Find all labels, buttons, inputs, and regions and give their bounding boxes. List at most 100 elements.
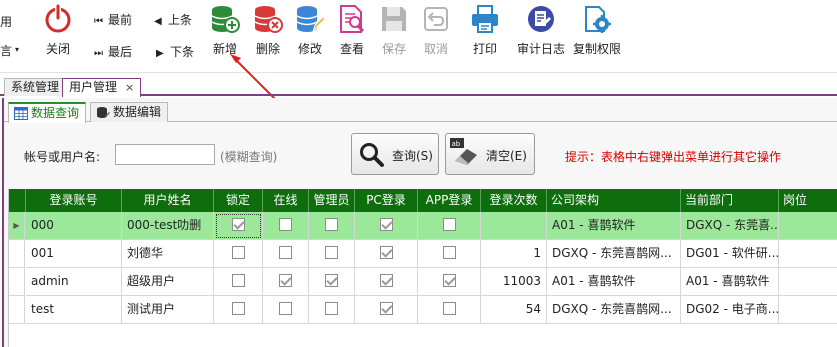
cell-count[interactable] [481, 212, 547, 240]
first-button[interactable]: ⏮ 最前 [94, 11, 132, 28]
cell-company[interactable]: DGXQ - 东莞喜鹊网... [547, 296, 681, 324]
checkbox-locked[interactable] [231, 246, 245, 259]
cell-pc[interactable] [355, 268, 418, 296]
table-row[interactable]: test 测试用户 54 DGXQ - 东莞喜鹊网... DG02 - 电子商... [9, 296, 837, 324]
cell-account[interactable]: admin [26, 268, 122, 296]
dropdown-arrow-icon[interactable]: ▾ [15, 45, 19, 54]
checkbox-locked[interactable] [231, 274, 245, 287]
cell-app[interactable] [418, 296, 481, 324]
col-header-post[interactable]: 岗位 [779, 189, 837, 212]
cell-admin[interactable] [309, 268, 355, 296]
cell-name[interactable]: 刘德华 [122, 240, 214, 268]
cell-online[interactable] [263, 268, 309, 296]
query-button[interactable]: 查询(S) [351, 133, 439, 175]
cell-online[interactable] [263, 296, 309, 324]
checkbox-locked[interactable] [231, 302, 245, 315]
cell-online[interactable] [263, 212, 309, 240]
table-row[interactable]: ▶ 000 000-test叻删 A01 - 喜鹊软件 DGXQ - 东莞喜... [9, 212, 837, 240]
checkbox-online[interactable] [279, 302, 292, 315]
add-button[interactable]: 新增 [207, 0, 243, 70]
tab-user-management[interactable]: 用户管理 × [62, 78, 142, 97]
close-tab-icon[interactable]: × [125, 81, 134, 94]
col-header-pc-login[interactable]: PC登录 [355, 189, 418, 212]
prev-button[interactable]: ◀ 上条 [154, 11, 192, 28]
cell-company[interactable]: DGXQ - 东莞喜鹊网... [547, 240, 681, 268]
checkbox-app[interactable] [442, 246, 456, 259]
checkbox-online[interactable] [279, 274, 292, 287]
cell-app[interactable] [418, 212, 481, 240]
cell-company[interactable]: A01 - 喜鹊软件 [547, 212, 681, 240]
cell-company[interactable]: A01 - 喜鹊软件 [547, 268, 681, 296]
cell-dept[interactable]: DGXQ - 东莞喜... [681, 212, 779, 240]
row-indicator[interactable] [9, 240, 25, 268]
cell-post[interactable] [779, 296, 837, 324]
cell-online[interactable] [263, 240, 309, 268]
col-header-account[interactable]: 登录账号 [26, 189, 122, 212]
cell-count[interactable]: 1 [481, 240, 547, 268]
cell-name[interactable]: 000-test叻删 [122, 212, 214, 240]
checkbox-pc[interactable] [379, 302, 393, 315]
account-search-input[interactable] [115, 144, 215, 165]
col-header-app-login[interactable]: APP登录 [418, 189, 481, 212]
cell-admin[interactable] [309, 212, 355, 240]
cell-name[interactable]: 超级用户 [122, 268, 214, 296]
cell-account[interactable]: 001 [26, 240, 122, 268]
row-indicator[interactable] [9, 296, 25, 324]
cell-pc[interactable] [355, 240, 418, 268]
next-button[interactable]: ▶ 下条 [156, 43, 194, 60]
checkbox-online[interactable] [279, 246, 292, 259]
cell-locked[interactable] [214, 240, 263, 268]
table-row[interactable]: 001 刘德华 1 DGXQ - 东莞喜鹊网... DG01 - 软件研... [9, 240, 837, 268]
cell-pc[interactable] [355, 296, 418, 324]
checkbox-admin[interactable] [325, 218, 338, 231]
cell-dept[interactable]: A01 - 喜鹊软件 [681, 268, 779, 296]
cell-post[interactable] [779, 212, 837, 240]
checkbox-admin[interactable] [325, 274, 338, 287]
last-button[interactable]: ⏭ 最后 [94, 43, 132, 60]
cell-account[interactable]: 000 [26, 212, 122, 240]
close-button[interactable]: 关闭 [38, 0, 78, 70]
checkbox-app[interactable] [442, 218, 456, 231]
checkbox-pc[interactable] [379, 274, 393, 287]
copy-permissions-button[interactable]: 复制权限 [571, 0, 623, 70]
cell-locked[interactable] [214, 296, 263, 324]
cell-locked[interactable] [214, 212, 263, 240]
checkbox-locked[interactable] [231, 218, 245, 231]
checkbox-admin[interactable] [325, 246, 338, 259]
checkbox-online[interactable] [279, 218, 292, 231]
cell-post[interactable] [779, 240, 837, 268]
cell-name[interactable]: 测试用户 [122, 296, 214, 324]
cell-pc[interactable] [355, 212, 418, 240]
col-header-name[interactable]: 用户姓名 [122, 189, 214, 212]
cell-admin[interactable] [309, 296, 355, 324]
edit-button[interactable]: 修改 [292, 0, 328, 70]
cell-app[interactable] [418, 240, 481, 268]
col-header-company[interactable]: 公司架构 [547, 189, 681, 212]
row-indicator[interactable] [9, 268, 25, 296]
col-header-login-count[interactable]: 登录次数 [481, 189, 547, 212]
col-header-online[interactable]: 在线 [263, 189, 309, 212]
checkbox-admin[interactable] [325, 302, 338, 315]
col-header-department[interactable]: 当前部门 [681, 189, 779, 212]
save-button[interactable]: 保存 [376, 0, 412, 70]
tab-system-management[interactable]: 系统管理 [4, 78, 67, 96]
cell-app[interactable] [418, 268, 481, 296]
checkbox-pc[interactable] [379, 246, 393, 259]
toolbar-cut-label-bottom[interactable]: 言 [0, 42, 12, 59]
cell-count[interactable]: 54 [481, 296, 547, 324]
tab-data-edit[interactable]: 数据编辑 [90, 102, 169, 122]
cancel-button[interactable]: 取消 [418, 0, 454, 70]
checkbox-pc[interactable] [379, 218, 393, 231]
cell-dept[interactable]: DG01 - 软件研... [681, 240, 779, 268]
col-header-admin[interactable]: 管理员 [309, 189, 355, 212]
cell-admin[interactable] [309, 240, 355, 268]
checkbox-app[interactable] [442, 274, 456, 287]
col-header-locked[interactable]: 锁定 [214, 189, 263, 212]
clear-button[interactable]: ab 清空(E) [445, 133, 535, 175]
print-button[interactable]: 打印 [467, 0, 503, 70]
tab-data-query[interactable]: 数据查询 [8, 102, 87, 123]
view-button[interactable]: 查看 [334, 0, 370, 70]
checkbox-app[interactable] [442, 302, 456, 315]
cell-locked[interactable] [214, 268, 263, 296]
table-row[interactable]: admin 超级用户 11003 A01 - 喜鹊软件 A01 - 喜鹊软件 [9, 268, 837, 296]
